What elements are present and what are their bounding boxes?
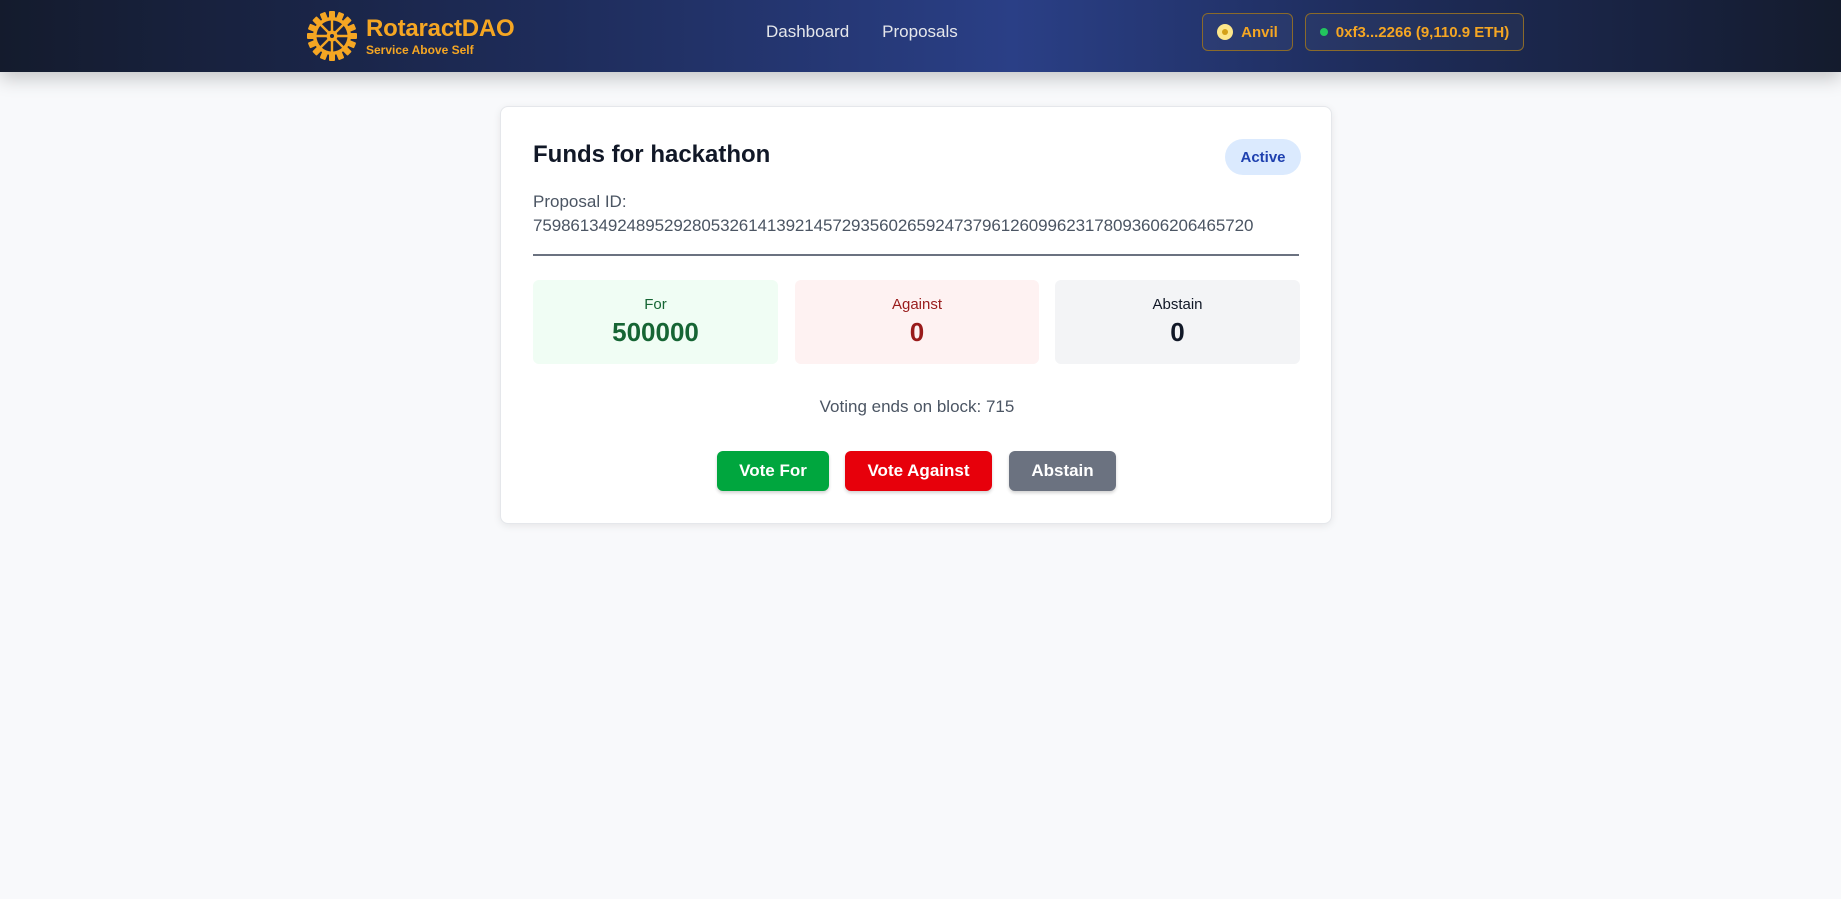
abstain-tally-count: 0: [1170, 317, 1185, 347]
proposal-id-value: 7598613492489529280532614139214572935602…: [533, 216, 1254, 235]
proposal-card: Funds for hackathon Active Proposal ID: …: [500, 106, 1332, 524]
for-tally-box: For 500000: [533, 280, 778, 364]
nav-link-dashboard[interactable]: Dashboard: [766, 22, 849, 42]
vote-against-button[interactable]: Vote Against: [845, 451, 992, 491]
brand-tagline: Service Above Self: [366, 42, 474, 57]
network-label: Anvil: [1241, 23, 1278, 41]
divider: [533, 254, 1299, 256]
main-nav: Dashboard Proposals: [766, 0, 958, 64]
brand-name: RotaractDAO: [366, 14, 515, 42]
against-tally-label: Against: [891, 296, 943, 313]
for-tally-count: 500000: [612, 317, 699, 347]
abstain-tally-box: Abstain 0: [1055, 280, 1300, 364]
abstain-tally-label: Abstain: [1152, 296, 1203, 313]
top-navbar: RotaractDAO Service Above Self Dashboard…: [0, 0, 1841, 72]
nav-link-proposals[interactable]: Proposals: [882, 22, 958, 42]
vote-for-button[interactable]: Vote For: [717, 451, 829, 491]
proposal-id-label: Proposal ID:: [533, 192, 627, 211]
wallet-button[interactable]: 0xf3...2266 (9,110.9 ETH): [1305, 13, 1524, 51]
wallet-label: 0xf3...2266 (9,110.9 ETH): [1335, 23, 1510, 41]
voting-ends-text: Voting ends on block: 715: [819, 397, 1015, 416]
against-tally-box: Against 0: [795, 280, 1039, 364]
against-tally-count: 0: [909, 317, 925, 347]
network-icon: [1217, 24, 1234, 40]
status-badge: Active: [1225, 139, 1301, 175]
abstain-button[interactable]: Abstain: [1009, 451, 1116, 491]
for-tally-label: For: [644, 296, 667, 313]
rotary-wheel-icon: [307, 11, 357, 61]
connected-status-dot-icon: [1319, 28, 1328, 36]
proposal-title: Funds for hackathon: [533, 141, 771, 168]
network-button[interactable]: Anvil: [1202, 13, 1293, 51]
brand[interactable]: RotaractDAO Service Above Self: [307, 7, 515, 65]
